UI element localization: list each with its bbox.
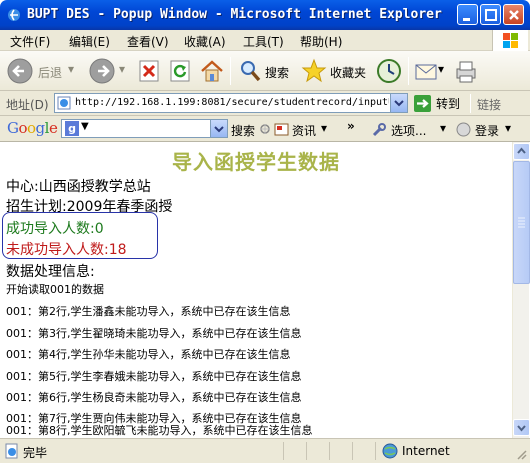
log-line: 001：第2行,学生潘鑫未能功导入，系统中已存在该生信息 [6, 305, 291, 318]
google-login-button[interactable]: 登录 [475, 122, 499, 139]
grip-icon [518, 217, 525, 228]
page-icon [57, 96, 71, 110]
address-separator [470, 94, 471, 113]
forward-dropdown-icon[interactable]: ▾ [119, 62, 125, 76]
zone-text: Internet [402, 444, 450, 458]
menu-favorites[interactable]: 收藏(A) [184, 33, 226, 50]
chevron-down-icon [214, 126, 224, 133]
ie-icon [8, 9, 20, 21]
status-cell [283, 442, 305, 460]
back-label[interactable]: 后退 [38, 64, 62, 81]
google-g-icon: g [65, 121, 79, 136]
google-g-dropdown-icon[interactable]: ▼ [81, 121, 89, 132]
log-line: 001：第3行,学生翟晓琦未能功导入，系统中已存在该生信息 [6, 327, 302, 340]
google-logo[interactable]: Google [7, 119, 58, 137]
google-search-button[interactable]: 搜索 [231, 122, 255, 139]
info-heading: 数据处理信息: [6, 264, 95, 280]
options-dropdown-icon[interactable]: ▾ [440, 121, 446, 135]
status-text: 完毕 [23, 446, 48, 460]
search-web-icon[interactable] [259, 123, 272, 136]
close-button[interactable] [503, 4, 524, 25]
back-dropdown-icon[interactable]: ▾ [68, 62, 74, 76]
failed-count: 未成功导入人数:18 [6, 242, 127, 258]
home-icon[interactable] [198, 57, 226, 85]
wrench-icon [372, 123, 386, 137]
minimize-button[interactable] [457, 4, 478, 25]
page-title: 导入函授学生数据 [172, 150, 340, 174]
links-button[interactable]: 链接 [477, 96, 501, 113]
page-done-icon [5, 443, 18, 459]
status-bar: 完毕 Internet [0, 438, 530, 463]
menu-file[interactable]: 文件(F) [10, 33, 50, 50]
status-cell [352, 442, 374, 460]
news-icon [274, 123, 289, 136]
go-button[interactable]: 转到 [436, 95, 460, 112]
refresh-icon[interactable] [168, 57, 192, 85]
arrow-down-icon [517, 425, 526, 432]
window-title: BUPT DES - Popup Window - Microsoft Inte… [27, 7, 442, 22]
success-count: 成功导入人数:0 [6, 221, 104, 237]
internet-globe-icon [382, 443, 398, 459]
log-line: 001：第8行,学生欧阳毓飞未能功导入，系统中已存在该生信息 [6, 424, 313, 437]
title-bar[interactable]: BUPT DES - Popup Window - Microsoft Inte… [0, 0, 530, 30]
log-line: 001：第6行,学生杨良奇未能功导入，系统中已存在该生信息 [6, 391, 302, 404]
login-icon [456, 122, 471, 137]
minimize-icon [463, 18, 470, 21]
login-dropdown-icon[interactable]: ▾ [505, 121, 511, 135]
google-options-button[interactable]: 选项... [391, 122, 426, 139]
status-cell [306, 442, 328, 460]
google-search-input[interactable]: g ▼ [61, 119, 228, 138]
maximize-button[interactable] [480, 4, 501, 25]
search-icon[interactable] [236, 57, 264, 85]
mail-icon[interactable] [414, 57, 438, 85]
menu-tools[interactable]: 工具(T) [243, 33, 284, 50]
search-label[interactable]: 搜索 [265, 64, 289, 81]
arrow-up-icon [517, 147, 526, 154]
toolbar-separator [408, 57, 409, 85]
log-line: 开始读取001的数据 [6, 283, 104, 296]
log-line: 001：第4行,学生孙华未能功导入，系统中已存在该生信息 [6, 348, 291, 361]
menu-view[interactable]: 查看(V) [127, 33, 169, 50]
windows-logo [492, 30, 528, 51]
address-bar: 地址(D) http://192.168.1.199:8081/secure/s… [0, 91, 530, 116]
close-icon [509, 10, 519, 20]
menu-edit[interactable]: 编辑(E) [69, 33, 110, 50]
favorites-label[interactable]: 收藏夹 [330, 64, 366, 81]
more-chevron-icon[interactable]: » [347, 119, 355, 133]
toolbar-separator [230, 57, 231, 85]
address-dropdown-button[interactable] [390, 94, 407, 112]
favorites-star-icon[interactable] [300, 57, 328, 85]
scroll-down-button[interactable] [513, 419, 530, 436]
address-input[interactable]: http://192.168.1.199:8081/secure/student… [54, 93, 408, 113]
go-arrow-icon[interactable] [414, 95, 431, 112]
zone-cell: Internet [375, 442, 513, 460]
center-text: 中心:山西函授教学总站 [6, 179, 151, 195]
vertical-scrollbar[interactable] [512, 142, 530, 438]
status-cell [329, 442, 351, 460]
news-dropdown-icon[interactable]: ▾ [321, 121, 327, 135]
address-url[interactable]: http://192.168.1.199:8081/secure/student… [75, 97, 389, 108]
scroll-thumb[interactable] [513, 161, 530, 284]
stop-icon[interactable] [137, 57, 161, 85]
menu-help[interactable]: 帮助(H) [300, 33, 342, 50]
history-icon[interactable] [375, 57, 403, 85]
address-label: 地址(D) [6, 98, 49, 112]
google-search-dropdown[interactable] [210, 120, 227, 137]
toolbar: 后退 ▾ ▾ 搜索 收藏夹 ▾ [0, 51, 530, 91]
back-icon[interactable] [6, 57, 34, 85]
chevron-down-icon [394, 100, 404, 107]
forward-icon[interactable] [88, 57, 116, 85]
resize-grip-icon[interactable] [515, 448, 528, 461]
google-toolbar: Google g ▼ 搜索 资讯 ▾ » 选项... ▾ 登录 ▾ [0, 116, 530, 142]
page-content: 导入函授学生数据 中心:山西函授教学总站 招生计划:2009年春季函授 成功导入… [0, 142, 512, 438]
menu-bar: 文件(F) 编辑(E) 查看(V) 收藏(A) 工具(T) 帮助(H) [0, 30, 530, 51]
mail-dropdown-icon[interactable]: ▾ [438, 62, 444, 76]
print-icon[interactable] [452, 57, 480, 85]
maximize-icon [485, 9, 497, 21]
google-news-button[interactable]: 资讯 [292, 122, 316, 139]
log-line: 001：第5行,学生李春娥未能功导入，系统中已存在该生信息 [6, 370, 302, 383]
scroll-up-button[interactable] [513, 143, 530, 160]
